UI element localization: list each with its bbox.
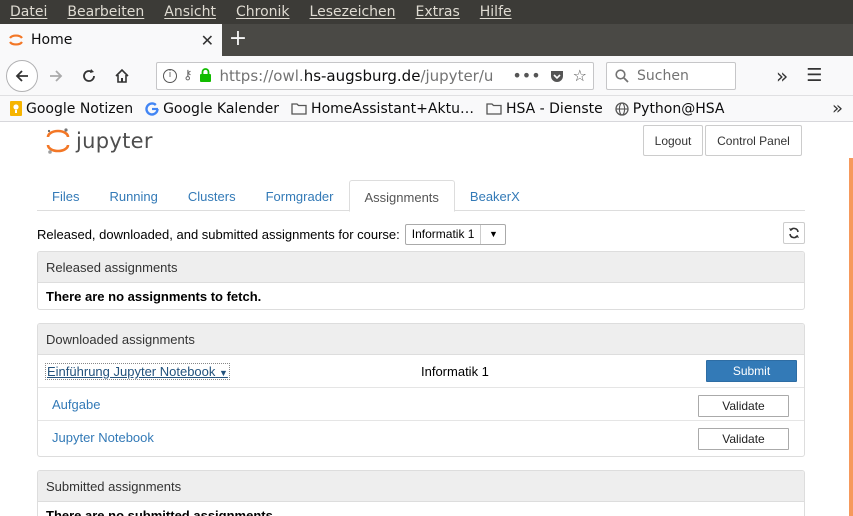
search-icon [615, 68, 629, 83]
site-info-icon[interactable]: i [163, 68, 177, 83]
menu-bearbeiten[interactable]: Bearbeiten [67, 4, 144, 20]
submitted-assignments-message: There are no submitted assignments. [46, 508, 277, 516]
url-bar[interactable]: i ⚷ https://owl.hs-augsburg.de/jupyter/u… [156, 61, 594, 90]
google-icon [145, 101, 159, 116]
menu-chronik[interactable]: Chronik [236, 4, 290, 20]
page-scrollbar[interactable] [849, 158, 853, 516]
bookmarks-overflow-icon[interactable]: » [832, 98, 843, 119]
jupyter-favicon-icon [9, 34, 23, 46]
tab-clusters[interactable]: Clusters [173, 180, 251, 211]
released-assignments-title: Released assignments [38, 252, 804, 283]
globe-icon [615, 101, 629, 116]
key-icon[interactable]: ⚷ [183, 68, 193, 83]
browser-tab-home[interactable]: Home ✕ [0, 24, 222, 56]
menu-ansicht[interactable]: Ansicht [164, 4, 216, 20]
submitted-assignments-title: Submitted assignments [38, 471, 804, 502]
notebook-link[interactable]: Jupyter Notebook [52, 430, 154, 445]
pocket-icon[interactable] [549, 68, 565, 84]
jupyter-header: jupyter Logout Control Panel [46, 122, 806, 162]
chevron-down-icon: ▼ [489, 229, 498, 239]
refresh-button[interactable] [783, 222, 805, 244]
search-placeholder: Suchen [637, 67, 689, 84]
submitted-assignments-panel: Submitted assignments There are no submi… [37, 470, 805, 516]
url-text[interactable]: https://owl.hs-augsburg.de/jupyter/u [220, 67, 505, 85]
new-tab-button[interactable]: + [222, 24, 254, 56]
course-select[interactable]: Informatik 1 ▼ [404, 223, 507, 245]
downloaded-assignments-title: Downloaded assignments [38, 324, 804, 355]
bookmark-python-hsa[interactable]: Python@HSA [615, 101, 725, 117]
back-button[interactable] [6, 59, 38, 92]
browser-tab-strip: Home ✕ + [0, 24, 853, 56]
assignment-row: Einführung Jupyter Notebook ▼ Informatik… [38, 355, 804, 388]
assignment-course: Informatik 1 [421, 364, 489, 379]
released-assignments-message: There are no assignments to fetch. [46, 289, 262, 304]
close-tab-icon[interactable]: ✕ [201, 31, 214, 50]
course-prompt: Released, downloaded, and submitted assi… [37, 226, 400, 242]
menu-extras[interactable]: Extras [416, 4, 460, 20]
bookmarks-toolbar: Google Notizen Google Kalender HomeAssis… [0, 96, 853, 122]
assignment-name: Einführung Jupyter Notebook [47, 364, 216, 379]
course-selector-row: Released, downloaded, and submitted assi… [37, 222, 805, 246]
menu-lesezeichen[interactable]: Lesezeichen [310, 4, 396, 20]
google-keep-icon [10, 101, 22, 116]
notebook-row: Aufgabe Validate [38, 388, 804, 421]
assignment-toggle-link[interactable]: Einführung Jupyter Notebook ▼ [45, 363, 230, 380]
bookmark-google-kalender[interactable]: Google Kalender [145, 101, 279, 117]
bookmark-folder-hsa-dienste[interactable]: HSA - Dienste [486, 101, 603, 117]
jupyter-logo-icon [46, 128, 70, 154]
forward-arrow-icon [50, 69, 63, 82]
logout-button[interactable]: Logout [643, 125, 703, 156]
course-select-value: Informatik 1 [406, 224, 482, 244]
notebook-row: Jupyter Notebook Validate [38, 421, 804, 454]
tab-assignments[interactable]: Assignments [348, 180, 455, 212]
bookmark-label: HSA - Dienste [505, 100, 603, 117]
toolbar-overflow-icon[interactable]: » [776, 64, 788, 88]
submit-button[interactable]: Submit [706, 360, 797, 382]
home-button[interactable] [107, 61, 137, 91]
jupyter-logo[interactable]: jupyter [46, 127, 153, 155]
bookmark-google-notizen[interactable]: Google Notizen [10, 101, 133, 117]
search-input[interactable]: Suchen [606, 61, 736, 90]
page-actions-icon[interactable]: ••• [512, 66, 540, 85]
navigation-toolbar: i ⚷ https://owl.hs-augsburg.de/jupyter/u… [0, 56, 853, 96]
bookmark-label: Google Notizen [26, 100, 134, 117]
tab-title: Home [31, 32, 73, 48]
jupyter-tabs: Files Running Clusters Formgrader Assign… [37, 180, 805, 212]
tab-running[interactable]: Running [94, 180, 172, 211]
jupyter-page: jupyter Logout Control Panel Files Runni… [0, 122, 853, 516]
released-assignments-panel: Released assignments There are no assign… [37, 251, 805, 310]
menu-hilfe[interactable]: Hilfe [480, 4, 512, 20]
validate-button[interactable]: Validate [698, 395, 789, 417]
reload-icon [83, 68, 95, 82]
folder-icon [291, 102, 307, 115]
hamburger-menu-icon[interactable]: ☰ [806, 65, 822, 86]
bookmark-label: Python@HSA [632, 100, 725, 117]
refresh-icon [789, 227, 799, 239]
menu-datei[interactable]: Datei [10, 4, 47, 20]
notebook-link[interactable]: Aufgabe [52, 397, 100, 412]
validate-button[interactable]: Validate [698, 428, 789, 450]
bookmark-label: HomeAssistant+Aktu… [311, 100, 474, 117]
tab-files[interactable]: Files [37, 180, 94, 211]
application-menubar: Datei Bearbeiten Ansicht Chronik Lesezei… [0, 0, 853, 24]
lock-icon[interactable] [199, 68, 212, 83]
tab-beakerx[interactable]: BeakerX [455, 180, 535, 211]
home-icon [115, 68, 129, 83]
downloaded-assignments-panel: Downloaded assignments Einführung Jupyte… [37, 323, 805, 457]
bookmark-folder-homeassistant[interactable]: HomeAssistant+Aktu… [291, 101, 474, 117]
reload-button[interactable] [74, 61, 104, 91]
back-arrow-icon [15, 69, 28, 82]
control-panel-button[interactable]: Control Panel [705, 125, 802, 156]
caret-down-icon: ▼ [219, 368, 228, 378]
bookmark-star-icon[interactable]: ☆ [573, 66, 587, 85]
tab-formgrader[interactable]: Formgrader [251, 180, 349, 211]
folder-icon [486, 102, 502, 115]
forward-button[interactable] [41, 61, 71, 91]
jupyter-logo-text: jupyter [76, 129, 153, 153]
bookmark-label: Google Kalender [163, 100, 280, 117]
